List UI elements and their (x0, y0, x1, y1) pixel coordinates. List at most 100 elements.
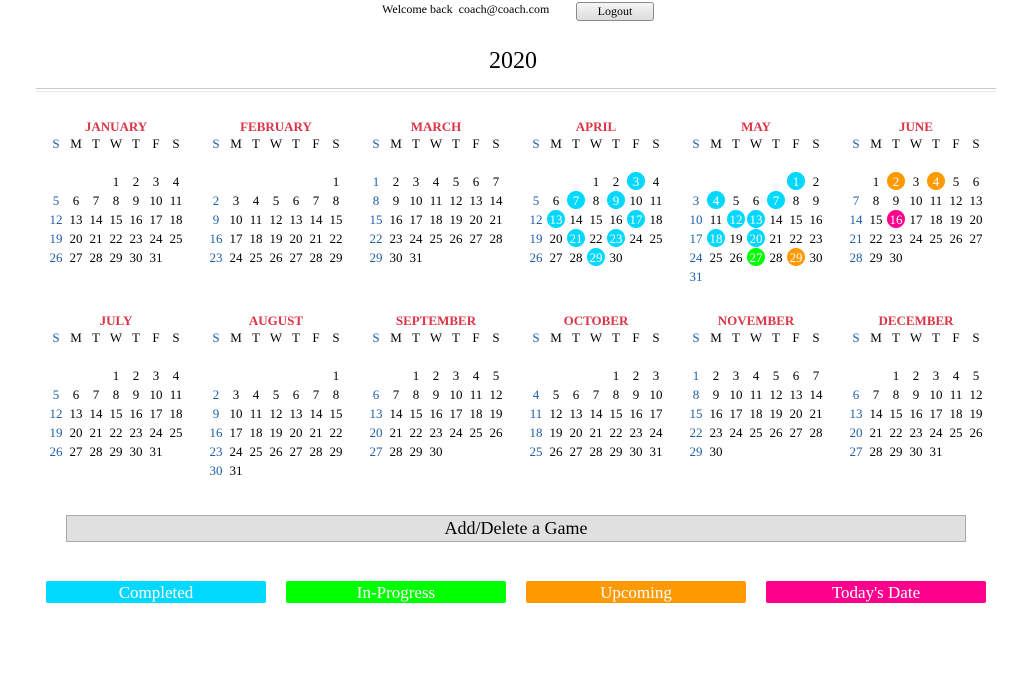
day-cell[interactable]: 19 (966, 404, 986, 423)
day-cell[interactable]: 27 (966, 229, 986, 248)
day-cell[interactable]: 24 (226, 442, 246, 461)
day-cell[interactable]: 29 (326, 248, 346, 267)
day-cell[interactable]: 20 (966, 210, 986, 229)
day-cell[interactable]: 9 (206, 404, 226, 423)
day-cell[interactable]: 8 (786, 191, 806, 210)
day-cell[interactable]: 22 (406, 423, 426, 442)
day-cell[interactable]: 20 (846, 423, 866, 442)
day-cell[interactable]: 17 (906, 210, 926, 229)
day-cell[interactable]: 4 (746, 366, 766, 385)
day-cell[interactable]: 12 (446, 191, 466, 210)
day-cell[interactable]: 8 (886, 385, 906, 404)
day-cell[interactable]: 1 (686, 366, 706, 385)
day-cell[interactable]: 13 (366, 404, 386, 423)
day-cell[interactable]: 28 (486, 229, 506, 248)
day-cell[interactable]: 25 (166, 229, 186, 248)
day-cell[interactable]: 13 (466, 191, 486, 210)
day-cell[interactable]: 3 (146, 172, 166, 191)
day-cell[interactable]: 1 (326, 172, 346, 191)
day-cell[interactable]: 8 (326, 191, 346, 210)
day-cell[interactable]: 24 (726, 423, 746, 442)
day-cell[interactable]: 11 (246, 210, 266, 229)
day-cell[interactable]: 25 (946, 423, 966, 442)
day-cell[interactable]: 4 (926, 172, 946, 191)
day-cell[interactable]: 26 (266, 442, 286, 461)
day-cell[interactable]: 16 (886, 210, 906, 229)
day-cell[interactable]: 15 (606, 404, 626, 423)
day-cell[interactable]: 12 (266, 210, 286, 229)
day-cell[interactable]: 11 (466, 385, 486, 404)
day-cell[interactable]: 23 (126, 423, 146, 442)
day-cell[interactable]: 2 (126, 366, 146, 385)
day-cell[interactable]: 24 (626, 229, 646, 248)
day-cell[interactable]: 18 (426, 210, 446, 229)
day-cell[interactable]: 8 (686, 385, 706, 404)
day-cell[interactable]: 6 (546, 191, 566, 210)
day-cell[interactable]: 9 (386, 191, 406, 210)
day-cell[interactable]: 5 (546, 385, 566, 404)
day-cell[interactable]: 16 (806, 210, 826, 229)
day-cell[interactable]: 15 (786, 210, 806, 229)
day-cell[interactable]: 17 (146, 404, 166, 423)
day-cell[interactable]: 20 (66, 423, 86, 442)
day-cell[interactable]: 2 (886, 172, 906, 191)
day-cell[interactable]: 13 (66, 404, 86, 423)
day-cell[interactable]: 21 (86, 229, 106, 248)
day-cell[interactable]: 14 (306, 210, 326, 229)
day-cell[interactable]: 29 (786, 248, 806, 267)
day-cell[interactable]: 15 (866, 210, 886, 229)
day-cell[interactable]: 21 (766, 229, 786, 248)
day-cell[interactable]: 21 (306, 423, 326, 442)
day-cell[interactable]: 16 (386, 210, 406, 229)
day-cell[interactable]: 23 (806, 229, 826, 248)
day-cell[interactable]: 16 (906, 404, 926, 423)
day-cell[interactable]: 23 (386, 229, 406, 248)
day-cell[interactable]: 14 (86, 404, 106, 423)
day-cell[interactable]: 26 (946, 229, 966, 248)
day-cell[interactable]: 26 (46, 442, 66, 461)
day-cell[interactable]: 20 (546, 229, 566, 248)
day-cell[interactable]: 20 (746, 229, 766, 248)
day-cell[interactable]: 7 (566, 191, 586, 210)
day-cell[interactable]: 3 (686, 191, 706, 210)
day-cell[interactable]: 17 (926, 404, 946, 423)
day-cell[interactable]: 12 (546, 404, 566, 423)
day-cell[interactable]: 1 (866, 172, 886, 191)
day-cell[interactable]: 21 (586, 423, 606, 442)
day-cell[interactable]: 1 (606, 366, 626, 385)
day-cell[interactable]: 27 (546, 248, 566, 267)
day-cell[interactable]: 10 (146, 385, 166, 404)
day-cell[interactable]: 6 (66, 191, 86, 210)
day-cell[interactable]: 16 (626, 404, 646, 423)
day-cell[interactable]: 10 (146, 191, 166, 210)
day-cell[interactable]: 4 (166, 366, 186, 385)
day-cell[interactable]: 14 (386, 404, 406, 423)
day-cell[interactable]: 11 (166, 191, 186, 210)
day-cell[interactable]: 1 (106, 366, 126, 385)
day-cell[interactable]: 22 (106, 229, 126, 248)
day-cell[interactable]: 3 (406, 172, 426, 191)
day-cell[interactable]: 6 (966, 172, 986, 191)
day-cell[interactable]: 14 (486, 191, 506, 210)
day-cell[interactable]: 24 (686, 248, 706, 267)
day-cell[interactable]: 2 (126, 172, 146, 191)
day-cell[interactable]: 13 (546, 210, 566, 229)
day-cell[interactable]: 11 (426, 191, 446, 210)
day-cell[interactable]: 6 (286, 385, 306, 404)
day-cell[interactable]: 27 (846, 442, 866, 461)
day-cell[interactable]: 28 (806, 423, 826, 442)
day-cell[interactable]: 11 (166, 385, 186, 404)
day-cell[interactable]: 10 (406, 191, 426, 210)
day-cell[interactable]: 5 (266, 385, 286, 404)
day-cell[interactable]: 1 (326, 366, 346, 385)
day-cell[interactable]: 8 (106, 385, 126, 404)
day-cell[interactable]: 30 (206, 461, 226, 480)
day-cell[interactable]: 30 (626, 442, 646, 461)
day-cell[interactable]: 2 (206, 191, 226, 210)
day-cell[interactable]: 27 (786, 423, 806, 442)
day-cell[interactable]: 7 (386, 385, 406, 404)
day-cell[interactable]: 17 (406, 210, 426, 229)
day-cell[interactable]: 25 (246, 248, 266, 267)
day-cell[interactable]: 2 (426, 366, 446, 385)
day-cell[interactable]: 17 (726, 404, 746, 423)
